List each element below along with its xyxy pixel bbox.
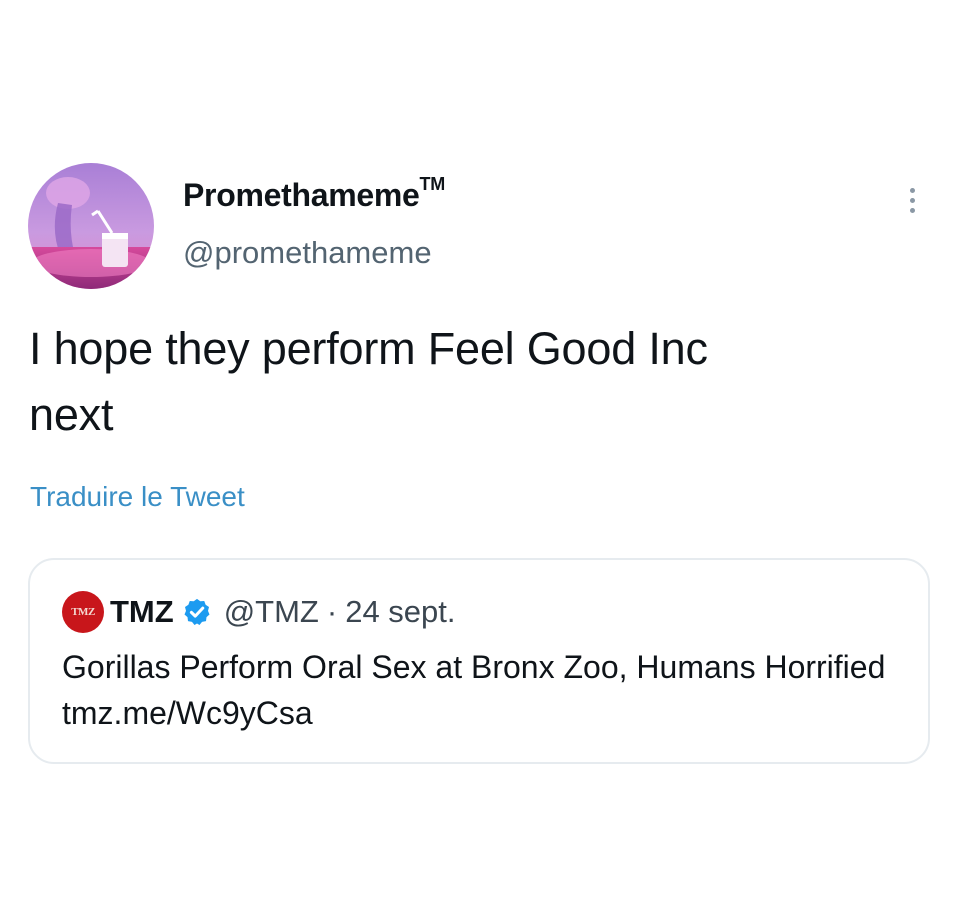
quoted-tweet-link[interactable]: tmz.me/Wc9yCsa: [62, 695, 313, 731]
quoted-tweet-card[interactable]: TMZ TMZ @TMZ · 24 sept. Gorillas Perform…: [28, 558, 930, 764]
verified-badge-icon: [184, 598, 210, 625]
trademark-mark: TM: [419, 174, 446, 195]
quoted-tweet-avatar[interactable]: TMZ: [62, 591, 104, 633]
tweet-text-line: I hope they perform Feel Good Inc: [29, 323, 708, 374]
avatar-image: [28, 163, 154, 289]
more-options-icon: [909, 187, 915, 193]
author-avatar[interactable]: [28, 163, 154, 289]
author-name-text: Promethameme: [183, 177, 420, 213]
quoted-tweet-header: TMZ TMZ @TMZ · 24 sept.: [62, 590, 456, 634]
author-handle[interactable]: @promethameme: [183, 235, 432, 271]
more-options-icon-dot: [909, 207, 915, 213]
quoted-tweet-separator: ·: [326, 594, 338, 629]
more-options-icon-dot: [909, 197, 915, 203]
quoted-tweet-body: Gorillas Perform Oral Sex at Bronx Zoo, …: [62, 649, 886, 685]
author-display-name[interactable]: PromethamemeTM: [183, 174, 446, 214]
quoted-tweet-date[interactable]: 24 sept.: [345, 594, 455, 630]
quoted-tweet-author-name[interactable]: TMZ: [110, 594, 174, 630]
tweet-text: I hope they perform Feel Good Inc next: [29, 316, 909, 448]
quoted-tweet-avatar-logo: TMZ: [71, 606, 95, 618]
quoted-tweet-handle[interactable]: @TMZ: [224, 594, 319, 630]
more-options-button[interactable]: [896, 180, 928, 220]
translate-tweet-link[interactable]: Traduire le Tweet: [30, 481, 245, 513]
quoted-tweet-text: Gorillas Perform Oral Sex at Bronx Zoo, …: [62, 644, 912, 736]
tweet-text-line: next: [29, 389, 114, 440]
